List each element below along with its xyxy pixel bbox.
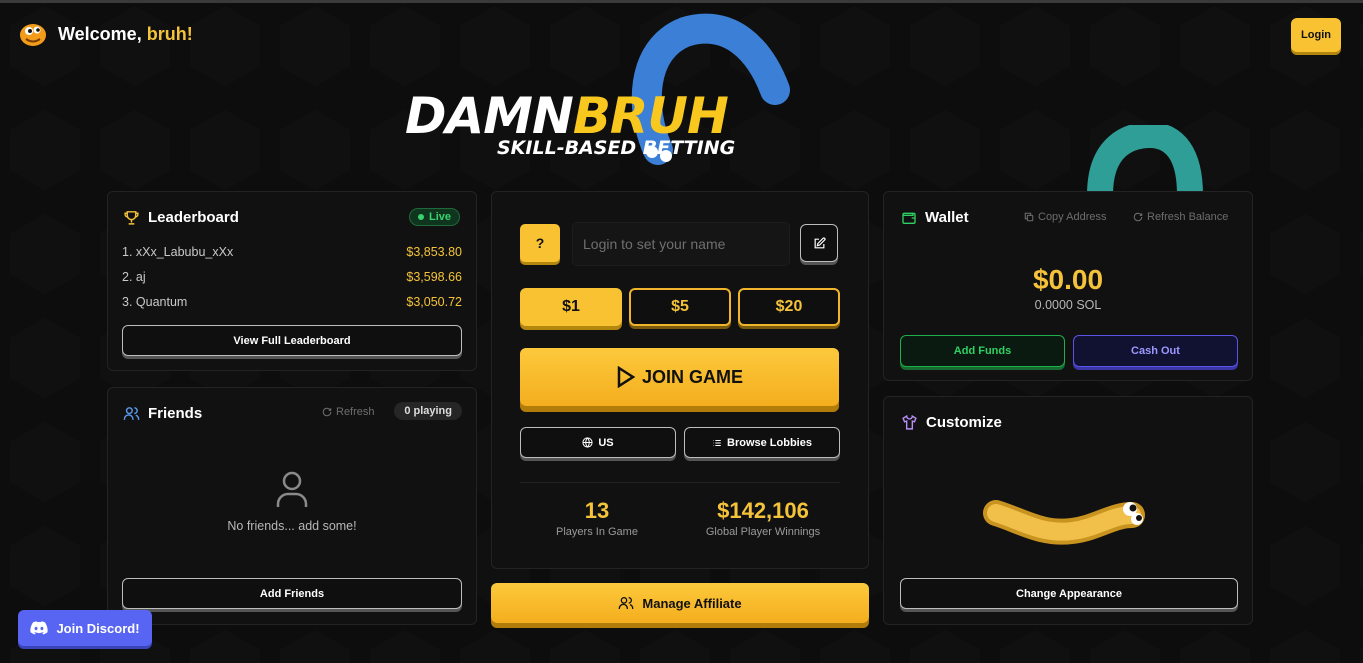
global-winnings-label: Global Player Winnings [705, 526, 821, 538]
friends-panel: Friends Refresh 0 playing No friends... … [107, 387, 477, 625]
region-button[interactable]: US [520, 427, 676, 458]
friends-title: Friends [123, 405, 202, 422]
customize-title-text: Customize [926, 414, 1002, 431]
view-full-leaderboard-button[interactable]: View Full Leaderboard [122, 325, 462, 356]
customize-title: Customize [901, 414, 1002, 431]
live-label: Live [428, 211, 451, 223]
friends-refresh-label: Refresh [336, 406, 375, 418]
add-friends-button[interactable]: Add Friends [122, 578, 462, 609]
cash-out-button[interactable]: Cash Out [1073, 335, 1238, 367]
friends-refresh-button[interactable]: Refresh [322, 406, 375, 418]
list-icon [713, 439, 721, 446]
copy-address-button[interactable]: Copy Address [1024, 211, 1106, 223]
live-badge: Live [408, 208, 460, 226]
browse-lobbies-button[interactable]: Browse Lobbies [684, 427, 840, 458]
leaderboard-player-name: 3. Quantum [122, 295, 188, 309]
copy-address-label: Copy Address [1038, 211, 1107, 223]
wallet-panel: Wallet Copy Address Refresh Balance $0.0… [883, 191, 1253, 381]
playing-count-badge: 0 playing [394, 402, 462, 420]
globe-icon [582, 437, 593, 448]
username: bruh! [146, 23, 193, 44]
users-icon [123, 407, 140, 420]
stats-divider [520, 482, 840, 483]
leaderboard-title-text: Leaderboard [148, 209, 239, 226]
help-button[interactable]: ? [520, 224, 560, 262]
leaderboard-row: 3. Quantum $3,050.72 [122, 295, 462, 309]
play-panel: ? $1 $5 $20 JOIN GAME US Browse Lobbies … [491, 191, 869, 569]
region-label: US [598, 436, 614, 449]
join-discord-label: Join Discord! [56, 620, 140, 636]
customize-panel: Customize Change Appearance [883, 396, 1253, 625]
users-icon [619, 597, 634, 609]
refresh-icon [322, 407, 332, 417]
manage-affiliate-label: Manage Affiliate [642, 595, 742, 611]
player-name-input[interactable] [572, 222, 790, 266]
players-count: 13 [584, 498, 610, 523]
wallet-title: Wallet [901, 209, 969, 226]
join-game-button[interactable]: JOIN GAME [520, 348, 839, 406]
live-dot-icon [417, 214, 424, 220]
browse-lobbies-label: Browse Lobbies [727, 436, 812, 449]
wallet-title-text: Wallet [925, 209, 969, 226]
welcome-text: Welcome, bruh! [58, 24, 193, 45]
discord-icon [30, 621, 49, 635]
manage-affiliate-button[interactable]: Manage Affiliate [491, 583, 869, 623]
leaderboard-amount: $3,050.72 [406, 295, 462, 309]
edit-name-button[interactable] [800, 224, 838, 262]
leaderboard-panel: Leaderboard Live 1. xXx_Labubu_xXx $3,853… [107, 191, 477, 371]
refresh-balance-button[interactable]: Refresh Balance [1133, 211, 1228, 223]
leaderboard-amount: $3,598.66 [406, 270, 462, 284]
add-funds-button[interactable]: Add Funds [900, 335, 1065, 367]
leaderboard-row: 2. aj $3,598.66 [122, 270, 462, 284]
players-label: Players In Game [556, 526, 638, 538]
friends-title-text: Friends [148, 405, 203, 422]
leaderboard-row: 1. xXx_Labubu_xXx $3,853.80 [122, 245, 462, 259]
no-friends-text: No friends... add some! [227, 519, 357, 533]
welcome-header: Welcome, bruh! [18, 20, 193, 48]
user-placeholder-icon [276, 471, 308, 507]
change-appearance-button[interactable]: Change Appearance [900, 578, 1238, 609]
site-logo: DAMNBRUH SKILL-BASED BETTING [405, 90, 955, 162]
bet-option-1[interactable]: $1 [520, 288, 622, 326]
refresh-balance-label: Refresh Balance [1147, 211, 1229, 223]
bet-option-5[interactable]: $5 [629, 288, 731, 326]
leaderboard-player-name: 1. xXx_Labubu_xXx [122, 245, 234, 259]
edit-icon [814, 236, 826, 248]
teal-worm-decoration [1087, 125, 1203, 195]
snake-skin-preview [983, 500, 1145, 545]
copy-icon [1024, 212, 1034, 222]
refresh-icon [1133, 212, 1143, 222]
wallet-balance: $0.00 [1032, 264, 1104, 295]
welcome-prefix: Welcome, [58, 23, 147, 44]
login-button[interactable]: Login [1291, 18, 1341, 52]
shirt-icon [902, 414, 917, 430]
wallet-icon [902, 212, 916, 224]
logo-wordmark: DAMNBRUH [405, 90, 729, 142]
global-winnings-value: $142,106 [717, 498, 809, 523]
snake-logo-icon [20, 24, 46, 46]
bet-option-20[interactable]: $20 [738, 288, 840, 326]
trophy-icon [124, 211, 139, 225]
logo-tagline: SKILL-BASED BETTING [497, 137, 736, 159]
leaderboard-amount: $3,853.80 [406, 245, 462, 259]
leaderboard-player-name: 2. aj [122, 270, 146, 284]
join-discord-button[interactable]: Join Discord! [18, 610, 152, 646]
wallet-sol-balance: 0.0000 SOL [1034, 298, 1102, 312]
play-icon [617, 366, 636, 388]
leaderboard-title: Leaderboard [123, 209, 239, 226]
join-game-label: JOIN GAME [641, 366, 743, 387]
